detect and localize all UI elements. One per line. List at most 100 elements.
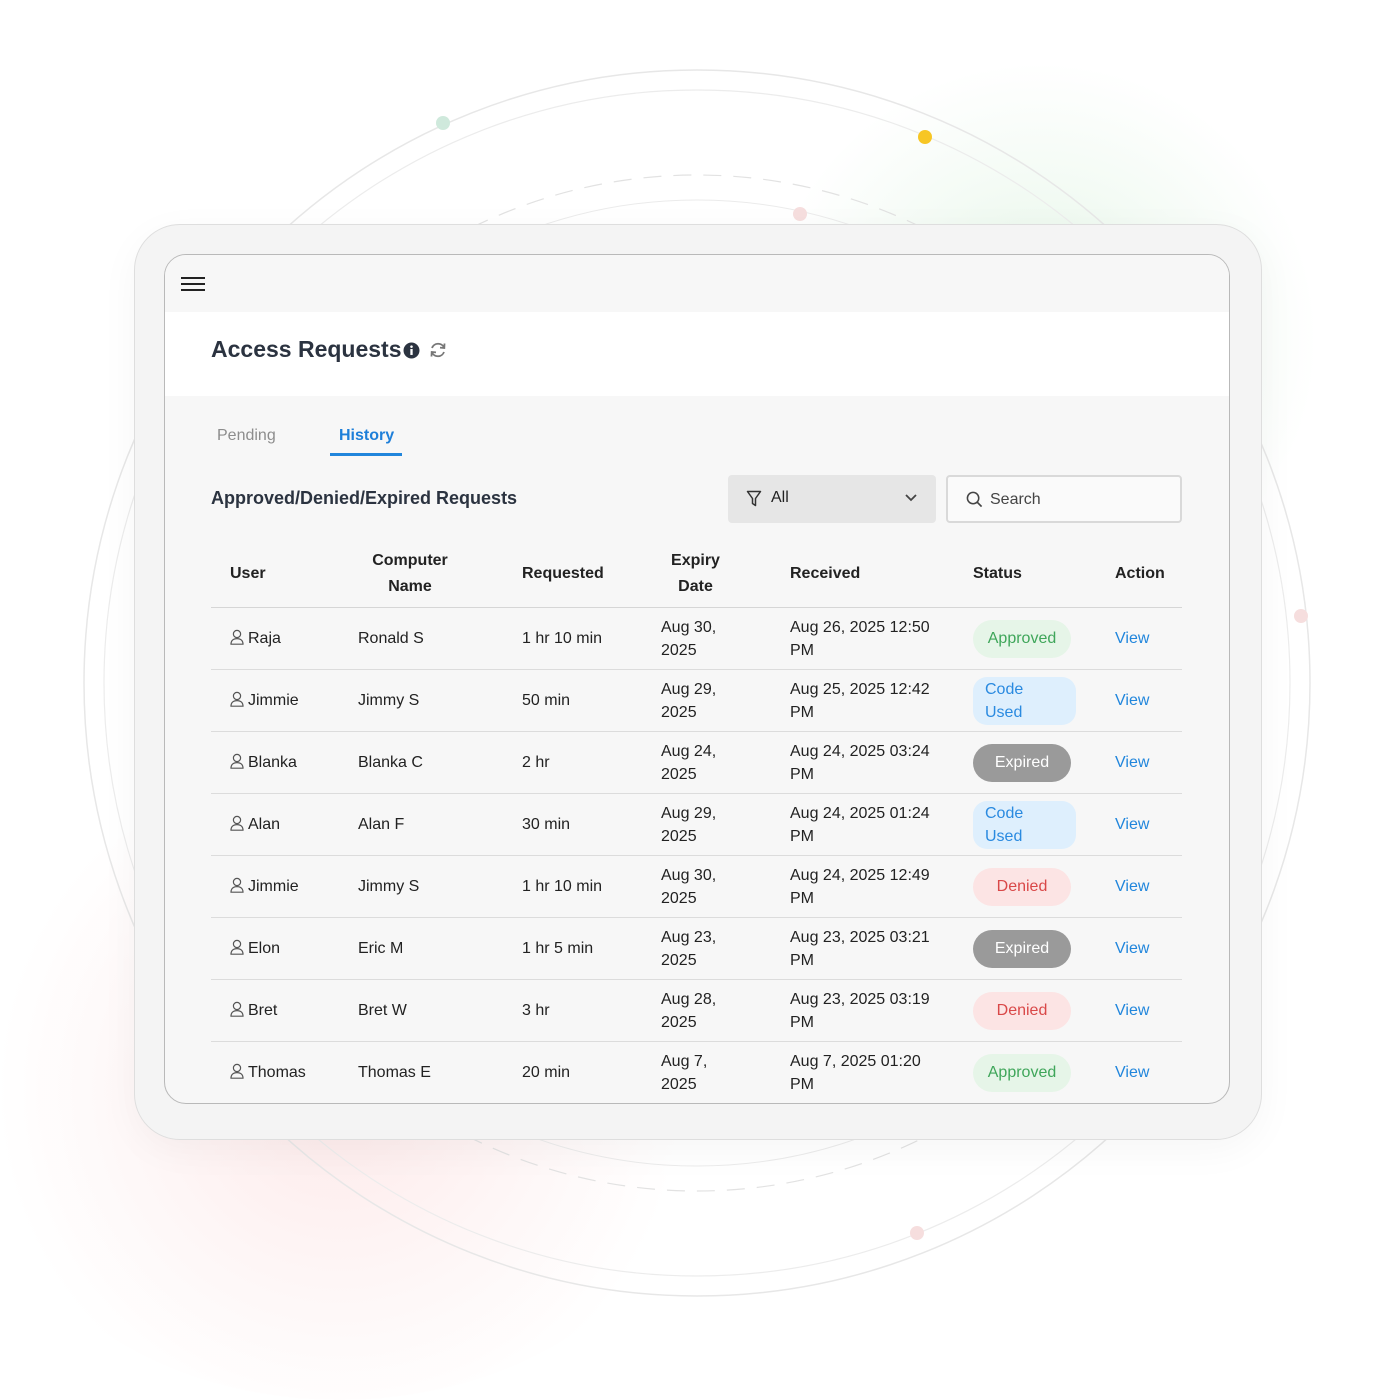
cell-user: Bret: [211, 979, 358, 1042]
expiry-date: Aug 23, 2025: [661, 928, 717, 969]
hamburger-icon[interactable]: [181, 277, 205, 295]
cell-received: Aug 25, 2025 12:42 PM: [790, 669, 973, 732]
table-row: Jimmie Jimmy S 50 min Aug 29, 2025 Aug 25, 2…: [211, 669, 1182, 732]
user-icon: [230, 691, 244, 707]
status-badge: Expired: [973, 929, 1071, 968]
cell-action: View: [1115, 793, 1182, 856]
cell-requested: 1 hr 10 min: [522, 607, 661, 670]
cell-received: Aug 7, 2025 01:20 PM: [790, 1042, 973, 1104]
cell-action: View: [1115, 1042, 1182, 1104]
received-date: Aug 25, 2025 12:42 PM: [790, 680, 930, 721]
refresh-icon[interactable]: [428, 340, 448, 360]
user-name: Raja: [248, 630, 281, 647]
table-row: Elon Eric M1 hr 5 min Aug 23, 2025 Aug 23, …: [211, 917, 1182, 980]
expiry-date: Aug 30, 2025: [661, 618, 717, 659]
header-expiry-date: Expiry Date: [661, 541, 790, 608]
received-date: Aug 26, 2025 12:50 PM: [790, 618, 930, 659]
cell-expiry-date: Aug 30, 2025: [661, 607, 790, 670]
user-name: Bret: [248, 1002, 278, 1019]
header-requested: Requested: [522, 541, 661, 608]
cell-user: Elon: [211, 917, 358, 980]
cell-requested: 50 min: [522, 669, 661, 732]
table-row: Alan Alan F 30 min Aug 29, 2025 Aug 24, 2025…: [211, 793, 1182, 856]
cell-computer-name: Alan F: [358, 793, 522, 856]
view-link[interactable]: View: [1115, 1002, 1149, 1019]
header-computer-line2: Name: [388, 578, 432, 595]
cell-received: Aug 24, 2025 01:24 PM: [790, 793, 973, 856]
view-link[interactable]: View: [1115, 630, 1149, 647]
view-link[interactable]: View: [1115, 754, 1149, 771]
cell-expiry-date: Aug 23, 2025: [661, 917, 790, 980]
cell-user: Blanka: [211, 731, 358, 794]
header-expiry-line1: Expiry: [671, 552, 720, 569]
cell-user: Thomas: [211, 1042, 358, 1104]
search-icon: [966, 491, 983, 508]
status-badge: Denied: [973, 867, 1071, 906]
cell-computer-name: Bret W: [358, 979, 522, 1042]
header-user: User: [211, 541, 358, 608]
status-badge: Approved: [973, 1053, 1071, 1092]
cell-action: View: [1115, 979, 1182, 1042]
user-icon: [230, 877, 244, 893]
filter-value: All: [771, 489, 789, 506]
cell-received: Aug 24, 2025 03:24 PM: [790, 731, 973, 794]
table-row: Bret Bret W3 hr Aug 28, 2025 Aug 23, 2025 0…: [211, 979, 1182, 1042]
cell-status: Code Used: [973, 669, 1115, 732]
search-input[interactable]: [988, 487, 1172, 513]
view-link[interactable]: View: [1115, 878, 1149, 895]
cell-requested: 2 hr: [522, 731, 661, 794]
section-title: Approved/Denied/Expired Requests: [211, 488, 518, 508]
cell-computer-name: Blanka C: [358, 731, 522, 794]
cell-user: Alan: [211, 793, 358, 856]
table-row: Blanka Blanka C2 hr Aug 24, 2025 Aug 24, 20…: [211, 731, 1182, 794]
cell-user: Jimmie: [211, 669, 358, 732]
cell-computer-name: Jimmy S: [358, 669, 522, 732]
tab-pending[interactable]: Pending: [217, 427, 276, 445]
tab-history[interactable]: History: [339, 427, 394, 445]
table-row: Jimmie Jimmy S1 hr 10 min Aug 30, 2025 Aug …: [211, 855, 1182, 918]
cell-user: Raja: [211, 607, 358, 670]
cell-requested: 1 hr 5 min: [522, 917, 661, 980]
cell-expiry-date: Aug 30, 2025: [661, 855, 790, 918]
cell-requested: 30 min: [522, 793, 661, 856]
user-name: Elon: [248, 940, 281, 957]
table-row: Raja Ronald S1 hr 10 min Aug 30, 2025 Aug 2…: [211, 607, 1182, 670]
cell-action: View: [1115, 669, 1182, 732]
expiry-date: Aug 30, 2025: [661, 866, 717, 907]
cell-expiry-date: Aug 24, 2025: [661, 731, 790, 794]
filter-icon: [746, 490, 762, 507]
status-badge: Denied: [973, 991, 1071, 1030]
cell-received: Aug 26, 2025 12:50 PM: [790, 607, 973, 670]
cell-user: Jimmie: [211, 855, 358, 918]
view-link[interactable]: View: [1115, 940, 1149, 957]
cell-received: Aug 23, 2025 03:21 PM: [790, 917, 973, 980]
user-icon: [230, 1063, 244, 1079]
received-date: Aug 23, 2025 03:19 PM: [790, 990, 930, 1031]
user-icon: [230, 939, 244, 955]
view-link[interactable]: View: [1115, 816, 1149, 833]
view-link[interactable]: View: [1115, 1064, 1149, 1081]
expiry-date: Aug 29, 2025: [661, 804, 717, 845]
cell-received: Aug 23, 2025 03:19 PM: [790, 979, 973, 1042]
user-icon: [230, 753, 244, 769]
top-bar: [165, 255, 1229, 311]
cell-requested: 3 hr: [522, 979, 661, 1042]
user-name: Jimmie: [248, 692, 299, 709]
cell-received: Aug 24, 2025 12:49 PM: [790, 855, 973, 918]
cell-computer-name: Ronald S: [358, 607, 522, 670]
header-computer-name: Computer Name: [358, 541, 522, 608]
expiry-date: Aug 7, 2025: [661, 1052, 708, 1093]
cell-expiry-date: Aug 29, 2025: [661, 669, 790, 732]
cell-action: View: [1115, 917, 1182, 980]
cell-expiry-date: Aug 28, 2025: [661, 979, 790, 1042]
received-date: Aug 24, 2025 12:49 PM: [790, 866, 930, 907]
cell-requested: 20 min: [522, 1064, 571, 1081]
user-icon: [230, 629, 244, 645]
cell-status: Denied: [973, 979, 1115, 1042]
info-icon: [403, 342, 420, 359]
header-action: Action: [1115, 541, 1182, 608]
cell-status: Approved: [973, 1042, 1115, 1104]
table-row: Thomas Thomas E 20 min Aug 7, 2025 Aug 7, 20…: [211, 1042, 1182, 1104]
status-filter-dropdown[interactable]: All: [728, 475, 936, 523]
view-link[interactable]: View: [1115, 692, 1149, 709]
